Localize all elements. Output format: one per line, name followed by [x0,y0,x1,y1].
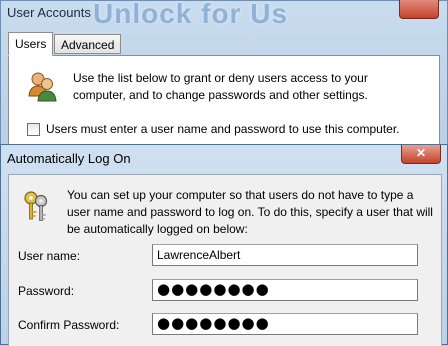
confirm-password-input[interactable]: ●●●●●●●● [152,313,418,335]
user-name-input[interactable]: LawrenceAlbert [152,244,418,266]
tab-advanced[interactable]: Advanced [54,34,122,54]
must-enter-checkbox[interactable] [27,122,40,136]
password-row: Password: ●●●●●●●● [18,279,438,303]
must-enter-label: Users must enter a user name and passwor… [46,122,400,136]
dialog-close-button[interactable]: ✕ [401,145,441,164]
user-name-row: User name: LawrenceAlbert [18,244,438,268]
password-input[interactable]: ●●●●●●●● [152,279,418,301]
confirm-password-label: Confirm Password: [18,318,120,332]
tab-users[interactable]: Users [8,32,54,56]
window-title: User Accounts [7,5,91,20]
must-enter-row[interactable]: Users must enter a user name and passwor… [27,122,400,136]
dialog-title: Automatically Log On [7,151,131,166]
close-button[interactable] [399,0,439,19]
close-icon: ✕ [415,146,427,160]
users-description: Use the list below to grant or deny user… [73,71,368,102]
users-icon [28,72,57,102]
confirm-password-row: Confirm Password: ●●●●●●●● [18,313,438,337]
password-label: Password: [18,284,75,298]
keys-icon [24,191,48,221]
dialog-description: You can set up your computer so that use… [67,188,433,236]
watermark-logo: Unlock for Us [93,0,289,29]
title-bar: User Accounts Unlock for Us [1,0,447,29]
dialog-body: You can set up your computer so that use… [8,174,442,346]
auto-logon-dialog: Automatically Log On ✕ You can set up yo… [0,144,448,346]
user-name-label: User name: [18,249,81,263]
